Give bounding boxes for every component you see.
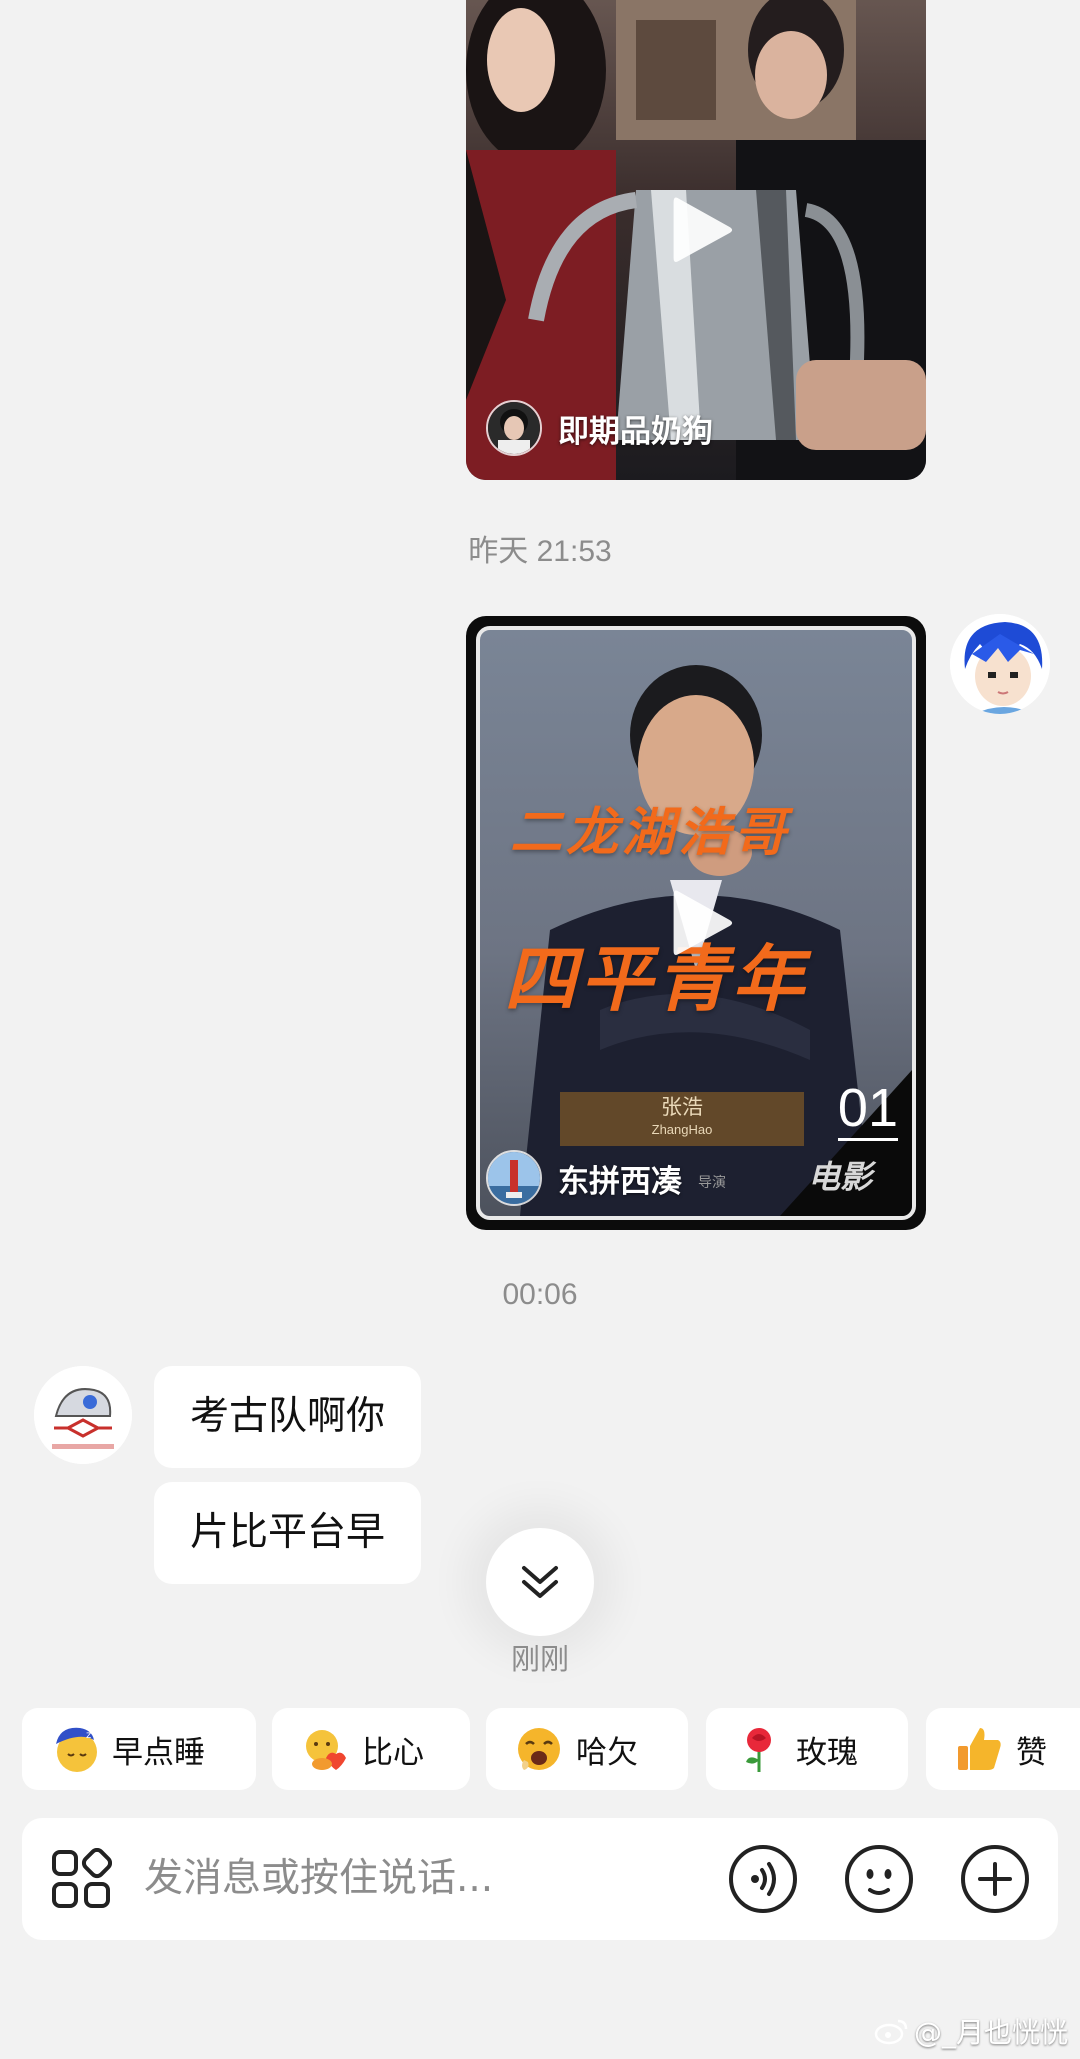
- quick-reply-label: 玫瑰: [796, 1734, 858, 1771]
- text-message[interactable]: 考古队啊你: [154, 1366, 422, 1468]
- timestamp: 昨天 21:53: [468, 535, 612, 568]
- video-message-2[interactable]: 二龙湖浩哥 四平青年 张浩 ZhangHao 01 导演 电影 东拼西凑: [466, 616, 926, 1230]
- scroll-to-latest-label: 刚刚: [510, 1642, 569, 1676]
- play-icon[interactable]: [670, 194, 736, 266]
- watermark-text: @_月也恍恍: [913, 2016, 1068, 2049]
- chat-screen: 即期品奶狗 昨天 21:53 二龙湖浩哥 四平青年 张浩 ZhangHao 01…: [0, 0, 1080, 2059]
- timestamp: 00:06: [502, 1278, 578, 1311]
- heart-hands-emoji-icon: [306, 1730, 346, 1770]
- text-message[interactable]: 片比平台早: [154, 1482, 422, 1584]
- weibo-logo-icon: [874, 2019, 908, 2045]
- plus-icon[interactable]: [960, 1844, 1030, 1914]
- quick-reply-sleep[interactable]: z 早点睡: [22, 1708, 256, 1790]
- rose-emoji-icon: [746, 1728, 771, 1772]
- emoji-icon[interactable]: [844, 1844, 914, 1914]
- quick-reply-label: 哈欠: [576, 1734, 638, 1771]
- scroll-to-latest-button[interactable]: [486, 1528, 594, 1636]
- quick-reply-heart[interactable]: 比心: [272, 1708, 470, 1790]
- poster-director-label: 导演: [698, 1175, 726, 1191]
- friend-avatar[interactable]: [34, 1366, 132, 1464]
- play-icon[interactable]: [670, 887, 736, 959]
- poster-brand: 电影: [807, 1158, 872, 1196]
- video-message-1[interactable]: 即期品奶狗: [466, 0, 926, 480]
- quick-reply-row: z 早点睡 比心 哈欠 玫瑰 赞: [22, 1708, 1080, 1790]
- poster-name-cn: 张浩: [661, 1095, 703, 1119]
- poster-name-en: ZhangHao: [651, 1122, 713, 1137]
- weibo-watermark: @_月也恍恍: [874, 2011, 1068, 2051]
- quick-reply-label: 比心: [362, 1734, 424, 1771]
- video-author: 即期品奶狗: [486, 400, 713, 456]
- video-author-name: 即期品奶狗: [558, 413, 713, 450]
- yawn-emoji-icon: [518, 1728, 560, 1770]
- quick-reply-rose[interactable]: 玫瑰: [706, 1708, 908, 1790]
- message-input[interactable]: 发消息或按住说话...: [144, 1818, 493, 1940]
- message-input-bar: 发消息或按住说话...: [22, 1818, 1058, 1940]
- double-chevron-down-icon: [522, 1566, 558, 1598]
- video-author-name: 东拼西凑: [558, 1163, 682, 1200]
- author-avatar: [486, 400, 542, 456]
- quick-reply-label: 赞: [1016, 1734, 1047, 1771]
- quick-reply-label: 早点睡: [112, 1734, 205, 1771]
- thumbs-up-emoji-icon: [958, 1728, 1001, 1770]
- svg-text:z: z: [86, 1730, 91, 1741]
- voice-icon[interactable]: [728, 1844, 798, 1914]
- quick-reply-like[interactable]: 赞: [926, 1708, 1080, 1790]
- poster-title-line2: 四平青年: [504, 936, 809, 1021]
- poster-episode-number: 01: [837, 1078, 898, 1141]
- video-author: 东拼西凑: [486, 1150, 682, 1206]
- sleep-emoji-icon: z: [56, 1727, 97, 1772]
- my-avatar[interactable]: [950, 614, 1050, 714]
- poster-name-box: 张浩 ZhangHao: [560, 1092, 804, 1146]
- author-avatar: [486, 1150, 542, 1206]
- apps-grid-icon[interactable]: [50, 1848, 112, 1910]
- quick-reply-yawn[interactable]: 哈欠: [486, 1708, 688, 1790]
- poster-title-line1: 二龙湖浩哥: [510, 802, 791, 863]
